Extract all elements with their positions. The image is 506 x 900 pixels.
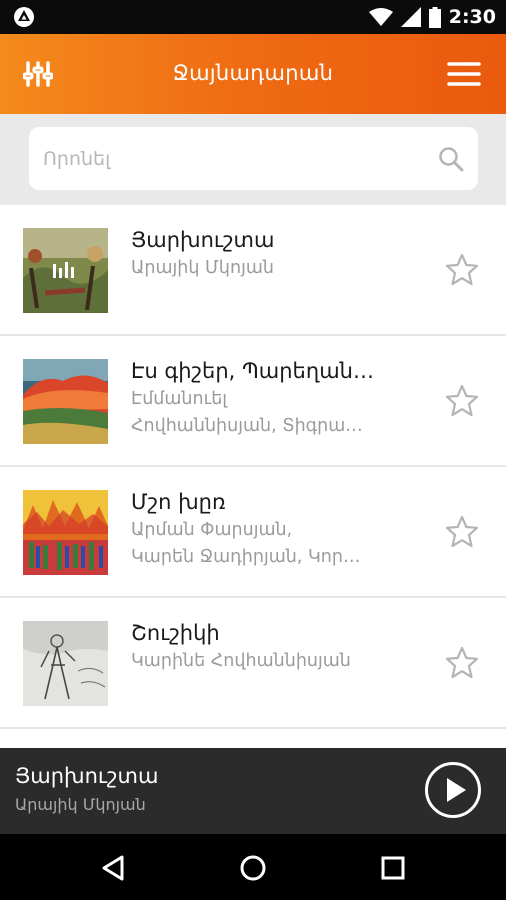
album-cover	[23, 359, 108, 444]
song-item[interactable]: Էս գիշեր, Պարեղան… Էմմանուել Հովհաննիսյա…	[0, 336, 506, 467]
home-circle-icon	[240, 855, 266, 881]
menu-button[interactable]	[446, 56, 482, 92]
search-icon[interactable]	[438, 146, 464, 172]
song-item[interactable]: Մշո խըռ Արման Փարսյան, Կարեն Ջադիրյան, Կ…	[0, 467, 506, 598]
song-text: Էս գիշեր, Պարեղան… Էմմանուել Հովհաննիսյա…	[131, 356, 401, 440]
page-title: Ջայնադարան	[172, 61, 334, 85]
now-playing-bar[interactable]: Յարխուշտա Արայիկ Մկոյան	[0, 748, 506, 834]
status-bar: 2:30	[0, 0, 506, 34]
battery-icon	[428, 6, 441, 28]
app-logo-icon	[14, 7, 34, 27]
song-artist: Էմմանուել	[131, 389, 228, 409]
song-title: Մշո խըռ	[131, 490, 226, 514]
song-artist: Կարինե Հովհաննիսյան	[131, 651, 351, 671]
recents-square-icon	[381, 856, 405, 880]
favorite-star-icon[interactable]	[445, 253, 479, 287]
song-item[interactable]: Յարխուշտա Արայիկ Մկոյան	[0, 205, 506, 336]
song-title: Էս գիշեր, Պարեղան…	[131, 359, 374, 383]
hamburger-menu-icon	[447, 62, 481, 86]
search-box[interactable]	[29, 127, 478, 190]
app-bar: Ջայնադարան	[0, 34, 506, 114]
song-title: Յարխուշտա	[131, 228, 275, 252]
song-item[interactable]: Շուշիկի Կարինե Հովհաննիսյան	[0, 598, 506, 729]
album-cover	[23, 621, 108, 706]
system-icons: 2:30	[368, 6, 496, 28]
song-artist-cont: Կարեն Ջադիրյան, Կոր…	[131, 547, 361, 567]
song-artist: Արայիկ Մկոյան	[131, 258, 274, 278]
song-list: Յարխուշտա Արայիկ Մկոյան Էս գիշեր, Պարեղա…	[0, 205, 506, 748]
favorite-star-icon[interactable]	[445, 646, 479, 680]
search-input[interactable]	[43, 127, 423, 190]
now-playing-artist: Արայիկ Մկոյան	[15, 795, 146, 814]
album-cover	[23, 228, 108, 313]
back-triangle-icon	[102, 855, 124, 881]
play-icon[interactable]	[424, 761, 482, 819]
favorite-star-icon[interactable]	[445, 515, 479, 549]
song-text: Մշո խըռ Արման Փարսյան, Կարեն Ջադիրյան, Կ…	[131, 487, 401, 571]
home-button[interactable]	[236, 851, 270, 885]
wifi-icon	[368, 8, 393, 26]
favorite-star-icon[interactable]	[445, 384, 479, 418]
status-time: 2:30	[448, 6, 496, 28]
song-artist: Արման Փարսյան,	[131, 520, 293, 540]
song-text: Յարխուշտա Արայիկ Մկոյան	[131, 225, 401, 282]
album-cover	[23, 490, 108, 575]
back-button[interactable]	[96, 851, 130, 885]
search-area	[0, 114, 506, 205]
system-nav-bar	[0, 834, 506, 900]
song-text: Շուշիկի Կարինե Հովհաննիսյան	[131, 618, 401, 675]
song-artist-cont: Հովհաննիսյան, Տիգրա…	[131, 416, 363, 436]
recents-button[interactable]	[376, 851, 410, 885]
now-playing-title: Յարխուշտա	[15, 764, 159, 788]
signal-icon	[400, 7, 421, 27]
song-title: Շուշիկի	[131, 621, 220, 645]
